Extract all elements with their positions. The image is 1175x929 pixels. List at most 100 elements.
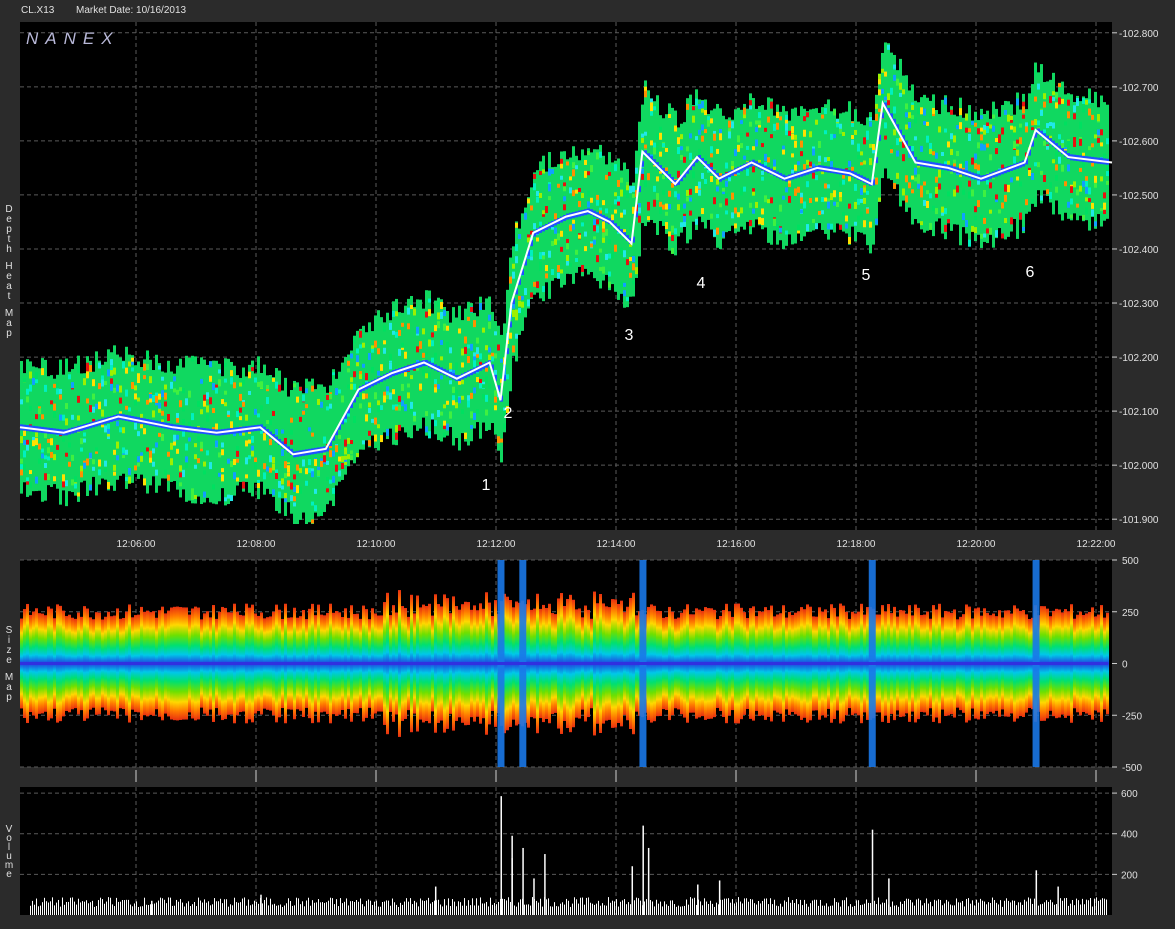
depth-cell [179, 387, 182, 392]
depth-cell [914, 177, 917, 182]
depth-cell [299, 416, 302, 422]
volume-bar [270, 898, 271, 915]
depth-cell [536, 191, 539, 197]
volume-bar [350, 901, 351, 915]
depth-cell [110, 365, 113, 371]
depth-cell [275, 473, 278, 480]
depth-cell [704, 129, 707, 134]
depth-cell [527, 198, 530, 204]
depth-cell [875, 113, 878, 121]
volume-bar [848, 906, 849, 915]
depth-cell [674, 228, 677, 235]
x-tick-label: 12:06:00 [117, 539, 156, 550]
volume-bar [672, 900, 673, 915]
depth-cell [485, 394, 488, 402]
volume-bar [442, 906, 443, 915]
depth-cell [647, 201, 650, 208]
depth-cell [587, 190, 590, 197]
depth-cell [341, 456, 344, 463]
volume-spike [1035, 870, 1038, 915]
depth-cell [968, 180, 971, 187]
depth-cell [1097, 114, 1100, 122]
depth-cell [563, 186, 566, 192]
depth-cell [920, 185, 923, 193]
volume-bar [556, 906, 557, 915]
depth-cell [293, 486, 296, 492]
depth-cell [701, 172, 704, 179]
volume-bar [994, 900, 995, 915]
volume-bar [1010, 902, 1011, 915]
depth-cell [776, 122, 779, 130]
depth-cell [1094, 175, 1097, 183]
volume-bar [466, 905, 467, 915]
volume-bar [408, 901, 409, 915]
volume-bar [172, 905, 173, 915]
volume-bar [460, 902, 461, 915]
depth-cell [557, 272, 560, 279]
depth-cell [599, 151, 602, 158]
volume-bar [1100, 899, 1101, 915]
depth-cell [302, 410, 305, 415]
depth-cell [284, 498, 287, 503]
volume-bar [950, 904, 951, 915]
depth-cell [953, 135, 956, 143]
depth-panel-label: DepthHeatMap [5, 204, 13, 339]
depth-cell [923, 108, 926, 116]
volume-bar [730, 902, 731, 915]
depth-cell [605, 174, 608, 180]
depth-cell [26, 396, 29, 403]
depth-cell [548, 184, 551, 192]
depth-cell [185, 443, 188, 451]
depth-cell [257, 413, 260, 418]
depth-cell [422, 369, 425, 377]
depth-cell [146, 399, 149, 404]
depth-cell [731, 121, 734, 129]
depth-cell [428, 298, 431, 303]
volume-bar [144, 897, 145, 915]
depth-cell [38, 458, 41, 464]
depth-cell [407, 323, 410, 330]
volume-bar [504, 899, 505, 915]
depth-cell [1037, 83, 1040, 90]
volume-bar [584, 904, 585, 915]
depth-cell [1049, 191, 1052, 199]
volume-bar [600, 905, 601, 915]
volume-bar [922, 905, 923, 915]
depth-cell [218, 379, 221, 387]
depth-cell [671, 225, 674, 233]
depth-cell [29, 470, 32, 475]
volume-bar [1098, 900, 1099, 915]
depth-cell [1046, 145, 1049, 150]
depth-cell [509, 332, 512, 339]
depth-cell [365, 373, 368, 381]
depth-cell [785, 123, 788, 131]
depth-cell [65, 480, 68, 487]
depth-cell [578, 195, 581, 202]
depth-cell [974, 227, 977, 234]
depth-cell [869, 221, 872, 228]
depth-cell [515, 244, 518, 252]
depth-cell [593, 219, 596, 227]
volume-bar [790, 902, 791, 915]
depth-cell [209, 375, 212, 382]
depth-cell [644, 181, 647, 188]
depth-cell [668, 231, 671, 237]
depth-cell [1058, 134, 1061, 140]
depth-cell [137, 397, 140, 402]
depth-cell [59, 388, 62, 394]
depth-cell [236, 458, 239, 463]
volume-bar [530, 905, 531, 915]
depth-cell [431, 413, 434, 420]
volume-bar [290, 901, 291, 915]
depth-cell [125, 389, 128, 397]
depth-cell [803, 153, 806, 158]
depth-cell [248, 439, 251, 444]
depth-cell [20, 436, 23, 444]
depth-cell [923, 181, 926, 186]
depth-cell [1016, 139, 1019, 144]
depth-cell [989, 209, 992, 214]
depth-cell [602, 266, 605, 274]
depth-cell [344, 439, 347, 447]
depth-cell [620, 247, 623, 255]
volume-bar [758, 900, 759, 915]
